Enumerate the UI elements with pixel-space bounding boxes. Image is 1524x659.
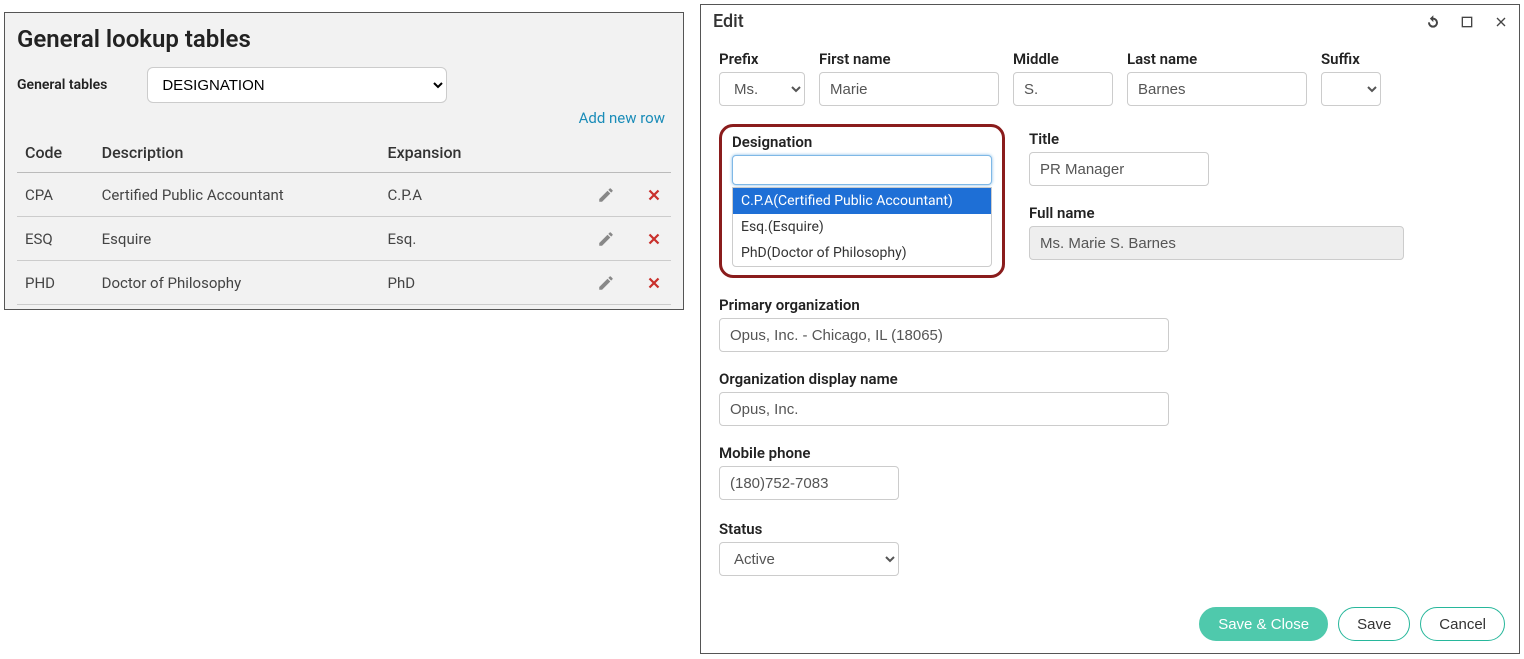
- first-name-input[interactable]: [819, 72, 999, 106]
- cell-expansion: C.P.A: [380, 173, 510, 217]
- edit-panel: Edit Prefix Ms. First name M: [700, 4, 1520, 654]
- suffix-select[interactable]: [1321, 72, 1381, 106]
- designation-label: Designation: [732, 133, 992, 151]
- delete-icon[interactable]: [645, 230, 663, 248]
- table-row: PHDDoctor of PhilosophyPhD: [17, 261, 671, 305]
- maximize-icon[interactable]: [1459, 14, 1475, 30]
- delete-icon[interactable]: [645, 274, 663, 292]
- lookup-table: Code Description Expansion CPACertified …: [17, 133, 671, 305]
- cell-actions: [509, 173, 671, 217]
- cell-expansion: PhD: [380, 261, 510, 305]
- first-name-label: First name: [819, 50, 999, 68]
- lookup-tables-title: General lookup tables: [17, 25, 671, 53]
- designation-option[interactable]: PhD(Doctor of Philosophy): [733, 240, 991, 266]
- cell-code: PHD: [17, 261, 94, 305]
- prefix-label: Prefix: [719, 50, 805, 68]
- title-input[interactable]: [1029, 152, 1209, 186]
- status-label: Status: [719, 520, 899, 538]
- designation-input[interactable]: [732, 155, 992, 185]
- edit-icon[interactable]: [597, 230, 615, 248]
- primary-org-input[interactable]: [719, 318, 1169, 352]
- cell-description: Doctor of Philosophy: [94, 261, 380, 305]
- mobile-input[interactable]: [719, 466, 899, 500]
- primary-org-label: Primary organization: [719, 296, 1169, 314]
- designation-option[interactable]: Esq.(Esquire): [733, 214, 991, 240]
- cancel-button[interactable]: Cancel: [1420, 607, 1505, 641]
- col-description: Description: [94, 133, 380, 173]
- cell-description: Certified Public Accountant: [94, 173, 380, 217]
- edit-footer: Save & Close Save Cancel: [701, 597, 1519, 653]
- edit-body: Prefix Ms. First name Middle Last name S…: [701, 38, 1519, 586]
- middle-input[interactable]: [1013, 72, 1113, 106]
- full-name-input: [1029, 226, 1404, 260]
- title-label: Title: [1029, 130, 1404, 148]
- last-name-label: Last name: [1127, 50, 1307, 68]
- mobile-label: Mobile phone: [719, 444, 899, 462]
- edit-header: Edit: [701, 5, 1519, 38]
- designation-option[interactable]: C.P.A(Certified Public Accountant): [733, 188, 991, 214]
- org-display-input[interactable]: [719, 392, 1169, 426]
- edit-title: Edit: [713, 11, 744, 32]
- general-tables-select[interactable]: DESIGNATION: [147, 67, 447, 103]
- refresh-icon[interactable]: [1425, 14, 1441, 30]
- middle-label: Middle: [1013, 50, 1113, 68]
- save-close-button[interactable]: Save & Close: [1199, 607, 1328, 641]
- save-button[interactable]: Save: [1338, 607, 1410, 641]
- cell-code: CPA: [17, 173, 94, 217]
- edit-icon[interactable]: [597, 274, 615, 292]
- status-select[interactable]: Active: [719, 542, 899, 576]
- delete-icon[interactable]: [645, 186, 663, 204]
- org-display-label: Organization display name: [719, 370, 1169, 388]
- cell-actions: [509, 261, 671, 305]
- lookup-tables-panel: General lookup tables General tables DES…: [4, 12, 684, 310]
- designation-highlight: Designation C.P.A(Certified Public Accou…: [719, 124, 1005, 278]
- last-name-input[interactable]: [1127, 72, 1307, 106]
- suffix-label: Suffix: [1321, 50, 1381, 68]
- col-code: Code: [17, 133, 94, 173]
- table-row: ESQEsquireEsq.: [17, 217, 671, 261]
- edit-icon[interactable]: [597, 186, 615, 204]
- designation-dropdown: C.P.A(Certified Public Accountant) Esq.(…: [732, 187, 992, 267]
- prefix-select[interactable]: Ms.: [719, 72, 805, 106]
- full-name-label: Full name: [1029, 204, 1404, 222]
- col-expansion: Expansion: [380, 133, 510, 173]
- general-tables-label: General tables: [17, 77, 107, 93]
- table-row: CPACertified Public AccountantC.P.A: [17, 173, 671, 217]
- cell-code: ESQ: [17, 217, 94, 261]
- add-new-row-link[interactable]: Add new row: [579, 109, 665, 127]
- close-icon[interactable]: [1493, 14, 1509, 30]
- cell-expansion: Esq.: [380, 217, 510, 261]
- cell-description: Esquire: [94, 217, 380, 261]
- cell-actions: [509, 217, 671, 261]
